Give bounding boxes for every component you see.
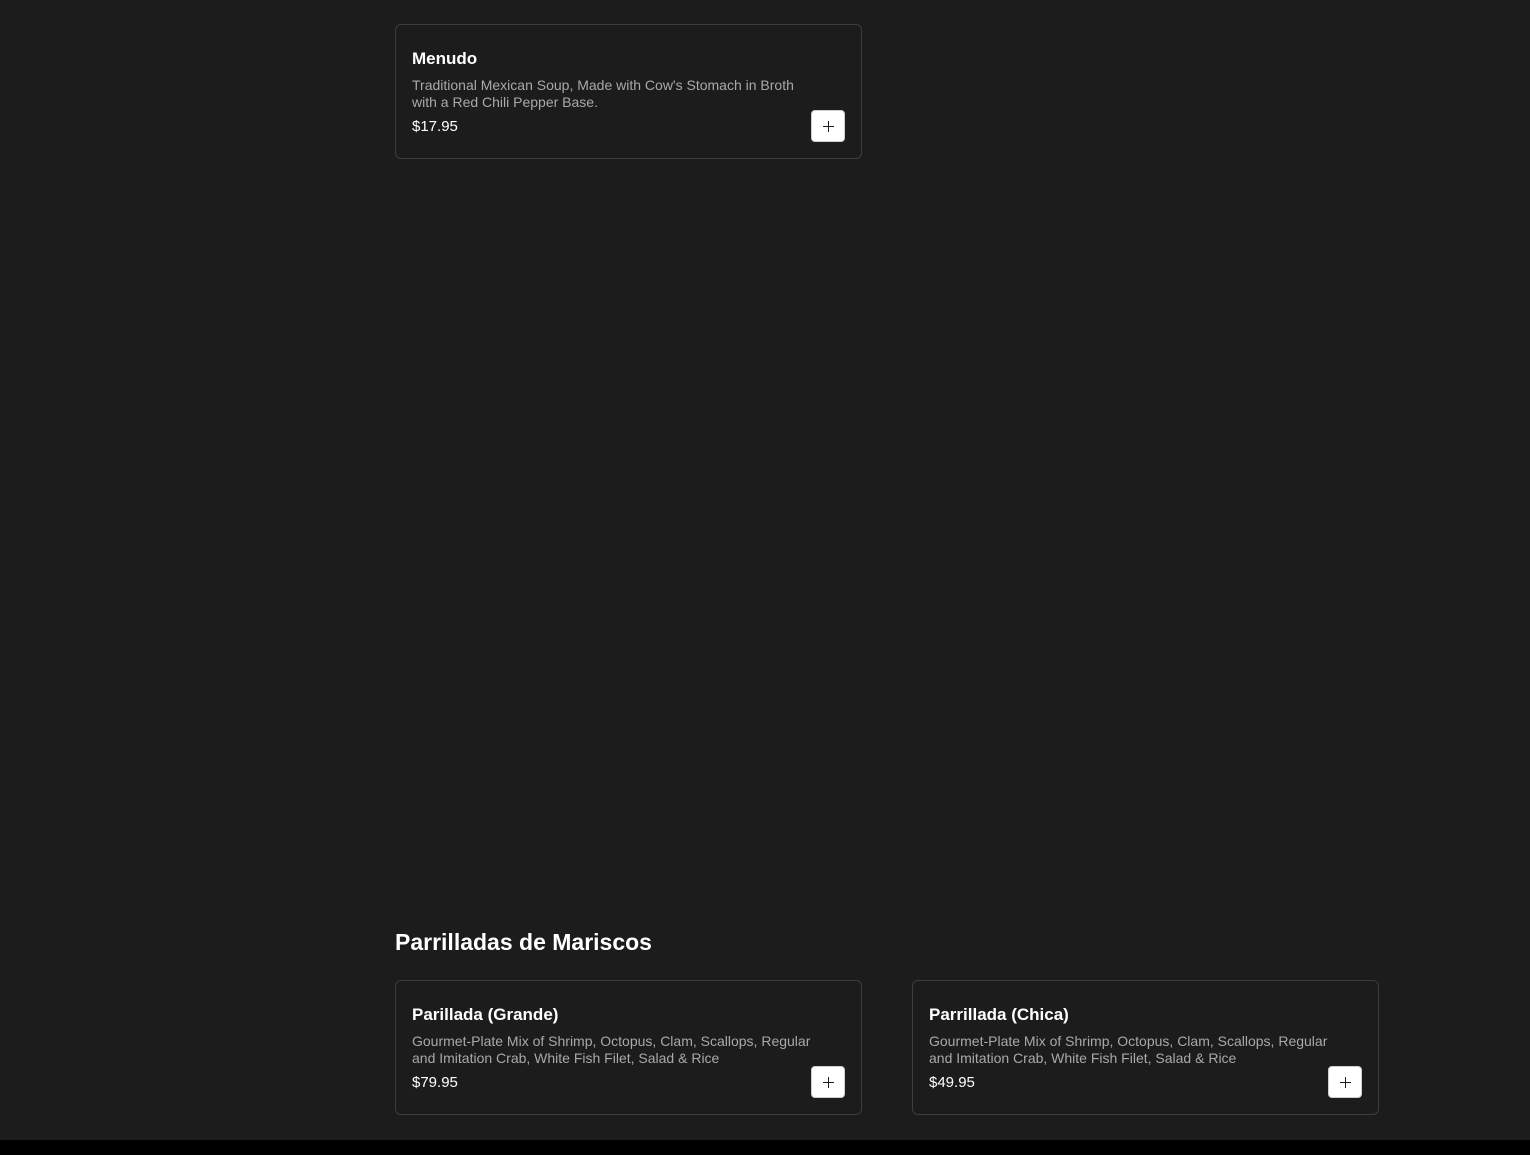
menu-item-price: $17.95 xyxy=(412,118,458,135)
add-to-cart-button[interactable] xyxy=(811,1066,845,1098)
plus-icon xyxy=(822,120,834,132)
menu-item-description: Traditional Mexican Soup, Made with Cow'… xyxy=(412,77,794,110)
footer-bar xyxy=(0,1140,1530,1155)
menu-item-card[interactable]: Parrillada (Chica) Gourmet-Plate Mix of … xyxy=(912,980,1379,1115)
menu-item-description: Gourmet-Plate Mix of Shrimp, Octopus, Cl… xyxy=(929,1033,1328,1066)
menu-item-name: Parillada (Grande) xyxy=(412,1005,559,1024)
add-to-cart-button[interactable] xyxy=(1328,1066,1362,1098)
menu-item-name: Parrillada (Chica) xyxy=(929,1005,1069,1024)
menu-item-card[interactable]: Parillada (Grande) Gourmet-Plate Mix of … xyxy=(395,980,862,1115)
menu-item-price: $49.95 xyxy=(929,1074,975,1091)
plus-icon xyxy=(822,1076,834,1088)
menu-item-description: Gourmet-Plate Mix of Shrimp, Octopus, Cl… xyxy=(412,1033,811,1066)
menu-item-name: Menudo xyxy=(412,49,478,68)
menu-page: Menudo Traditional Mexican Soup, Made wi… xyxy=(0,0,1530,1155)
add-to-cart-button[interactable] xyxy=(811,110,845,142)
section-title: Parrilladas de Mariscos xyxy=(395,929,652,955)
menu-item-card[interactable]: Menudo Traditional Mexican Soup, Made wi… xyxy=(395,24,862,159)
plus-icon xyxy=(1339,1076,1351,1088)
menu-item-price: $79.95 xyxy=(412,1074,458,1091)
